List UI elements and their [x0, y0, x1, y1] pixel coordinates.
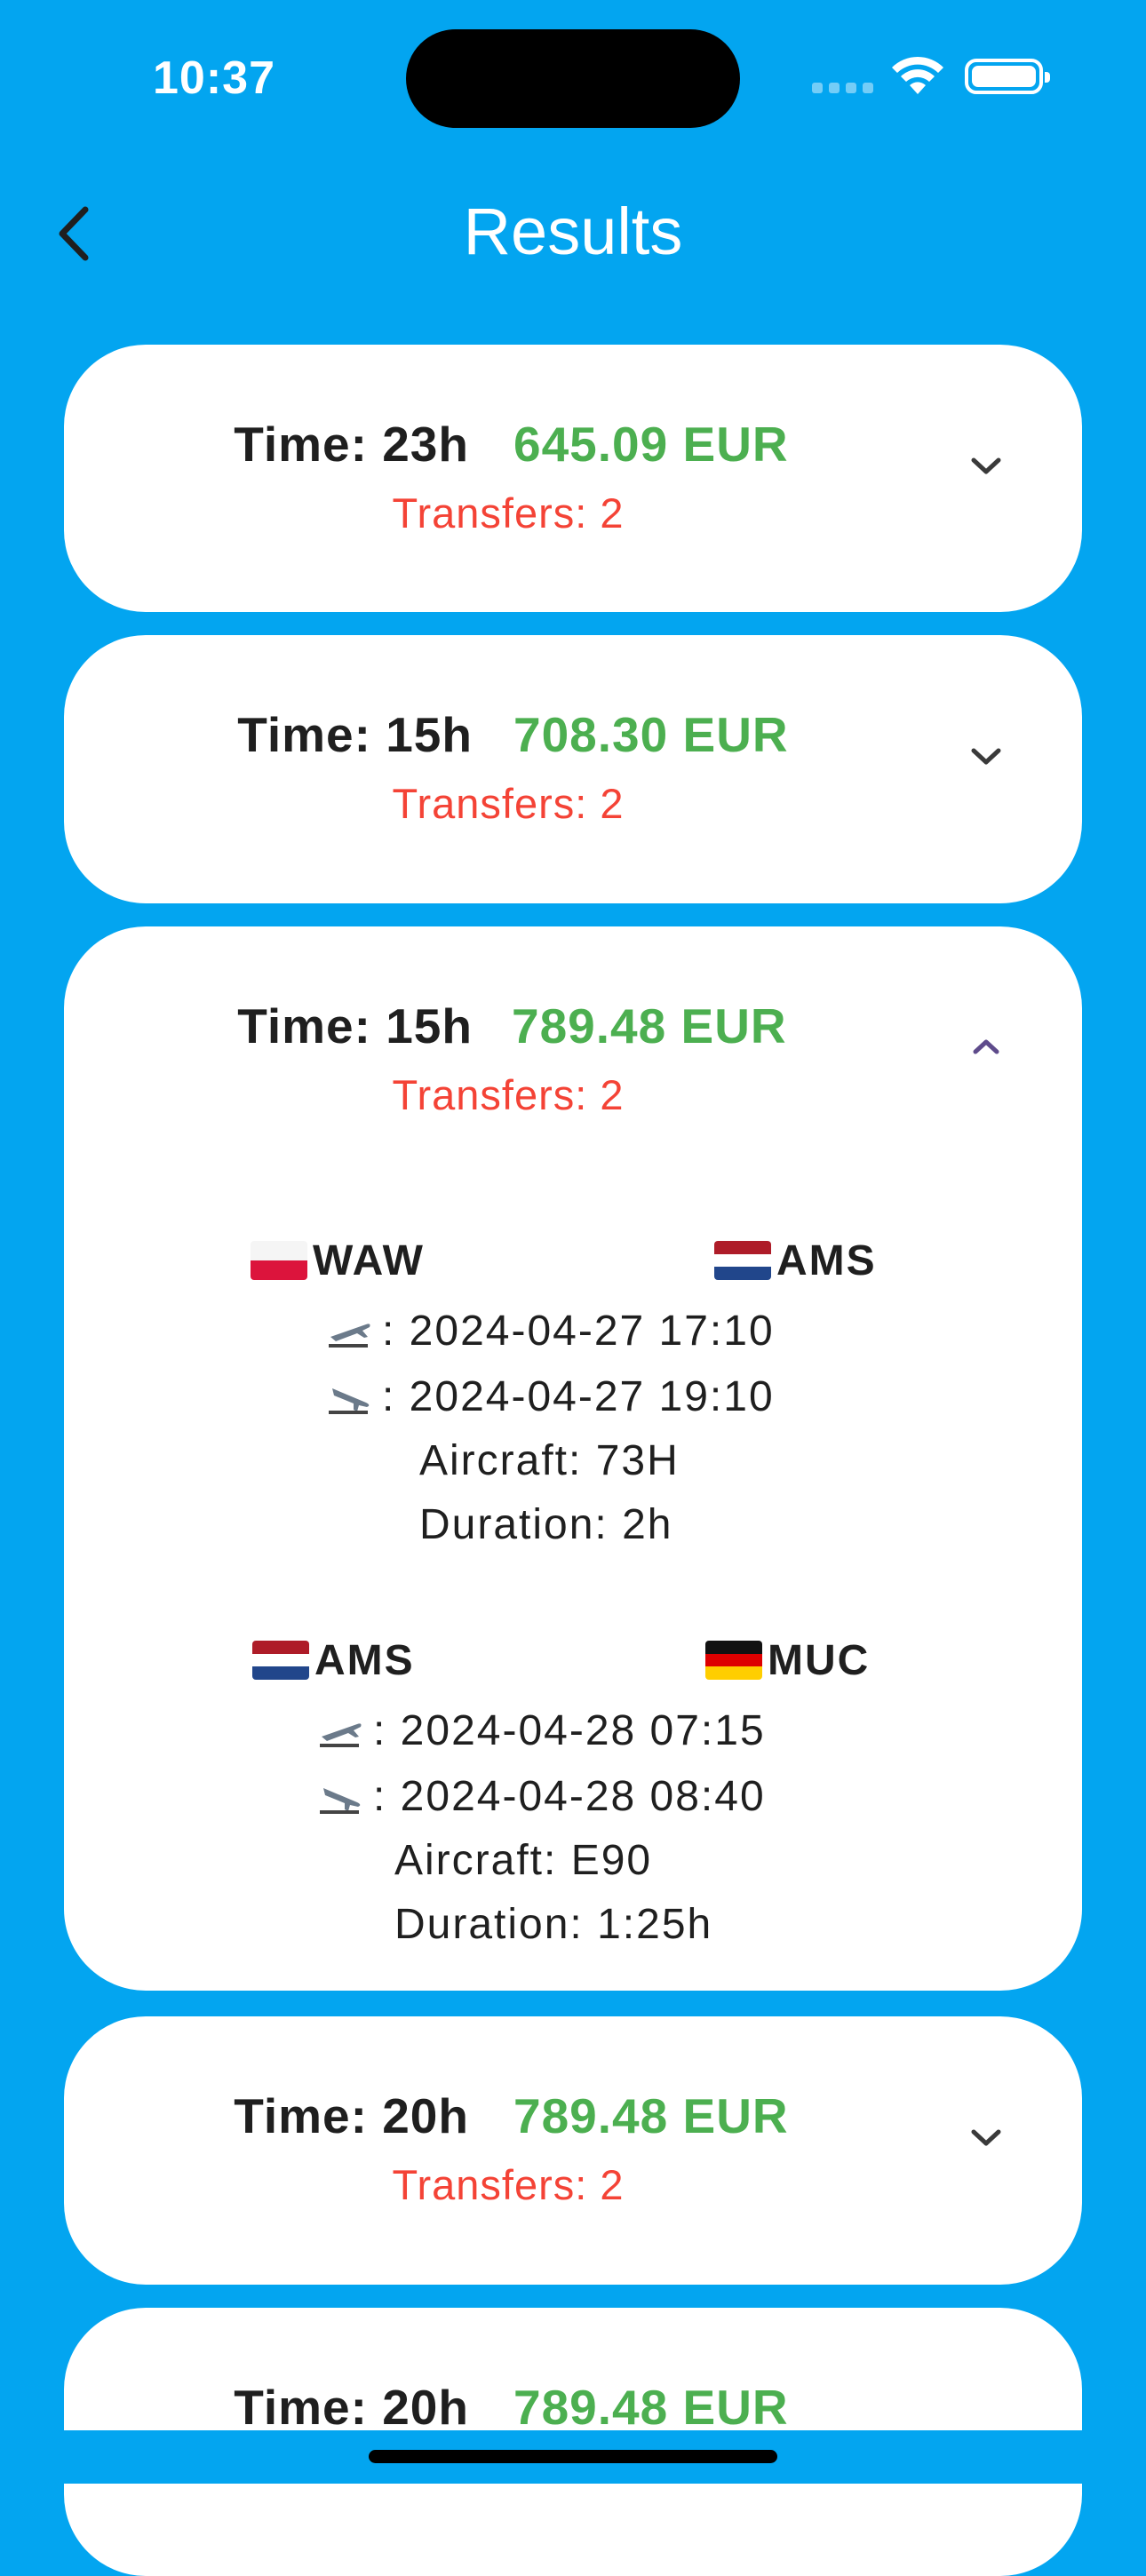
flight-duration: Duration: 1:25h [394, 1901, 713, 1948]
arrival-time: : 2024-04-27 19:10 [382, 1373, 775, 1420]
chevron-up-icon[interactable] [963, 1024, 1009, 1070]
germany-flag-icon [705, 1641, 762, 1680]
arrival-airport: MUC [705, 1634, 870, 1687]
result-card[interactable]: Time: 23h 645.09 EUR Transfers: 2 [64, 345, 1082, 612]
departure-time-row: : 2024-04-27 17:10 [327, 1307, 775, 1356]
chevron-down-icon[interactable] [963, 442, 1009, 489]
home-indicator[interactable] [369, 2450, 777, 2463]
result-card-header[interactable]: Time: 20h 789.48 EUR Transfers: 2 [64, 2016, 1082, 2283]
transfers-count: Transfers: 2 [392, 2161, 625, 2208]
transfers-count: Transfers: 2 [392, 780, 625, 827]
wifi-icon [892, 56, 943, 94]
departure-airport: AMS [252, 1634, 415, 1687]
plane-takeoff-icon [329, 1323, 370, 1348]
price: 708.30 EUR [513, 707, 789, 762]
battery-icon [965, 59, 1050, 94]
transfers-count: Transfers: 2 [392, 1071, 625, 1118]
chevron-down-icon[interactable] [963, 733, 1009, 779]
dynamic-island [406, 29, 740, 128]
page-title: Results [463, 195, 683, 268]
result-card-header[interactable]: Time: 15h 708.30 EUR Transfers: 2 [64, 635, 1082, 902]
departure-airport: WAW [251, 1234, 425, 1287]
aircraft-type: Aircraft: E90 [394, 1837, 653, 1884]
transfers-count: Transfers: 2 [392, 489, 625, 537]
arrival-time: : 2024-04-28 08:40 [373, 1773, 766, 1820]
arrival-airport-code: AMS [776, 1236, 877, 1284]
result-card[interactable]: Time: 15h 708.30 EUR Transfers: 2 [64, 635, 1082, 903]
arrival-airport-code: MUC [768, 1636, 871, 1684]
result-card-header[interactable]: Time: 15h 789.48 EUR Transfers: 2 [64, 926, 1082, 1193]
flight-segment: WAW AMS : 2024-04-27 17:10 : 2024-04-27 … [64, 1234, 1082, 1589]
price: 645.09 EUR [513, 417, 789, 472]
arrival-airport: AMS [714, 1234, 877, 1287]
netherlands-flag-icon [252, 1641, 309, 1680]
departure-time: : 2024-04-28 07:15 [373, 1707, 766, 1754]
departure-airport-code: WAW [313, 1236, 425, 1284]
travel-time: Time: 23h [234, 417, 469, 472]
plane-landing-icon [329, 1387, 370, 1414]
flight-duration: Duration: 2h [419, 1501, 673, 1548]
travel-time: Time: 20h [234, 2380, 469, 2435]
plane-landing-icon [320, 1787, 361, 1814]
price: 789.48 EUR [513, 2088, 789, 2143]
cellular-signal-icon [812, 83, 874, 95]
arrival-time-row: : 2024-04-27 19:10 [327, 1372, 775, 1421]
price: 789.48 EUR [513, 2380, 789, 2435]
travel-time: Time: 15h [237, 998, 473, 1053]
chevron-down-icon[interactable] [963, 2114, 1009, 2160]
result-card[interactable]: Time: 20h 789.48 EUR Transfers: 2 [64, 2016, 1082, 2285]
result-card-expanded[interactable]: Time: 15h 789.48 EUR Transfers: 2 WAW AM… [64, 926, 1082, 1991]
netherlands-flag-icon [714, 1241, 771, 1280]
arrival-time-row: : 2024-04-28 08:40 [318, 1772, 766, 1821]
result-card-header[interactable]: Time: 23h 645.09 EUR Transfers: 2 [64, 345, 1082, 611]
travel-time: Time: 20h [234, 2088, 469, 2143]
travel-time: Time: 15h [237, 707, 473, 762]
departure-time-row: : 2024-04-28 07:15 [318, 1706, 766, 1755]
plane-takeoff-icon [320, 1722, 362, 1747]
poland-flag-icon [251, 1241, 307, 1280]
aircraft-type: Aircraft: 73H [419, 1437, 680, 1484]
departure-time: : 2024-04-27 17:10 [382, 1308, 775, 1355]
flight-segment: AMS MUC : 2024-04-28 07:15 : 2024-04-28 … [64, 1634, 1082, 1989]
departure-airport-code: AMS [314, 1636, 415, 1684]
status-time: 10:37 [153, 52, 275, 104]
price: 789.48 EUR [512, 998, 787, 1053]
